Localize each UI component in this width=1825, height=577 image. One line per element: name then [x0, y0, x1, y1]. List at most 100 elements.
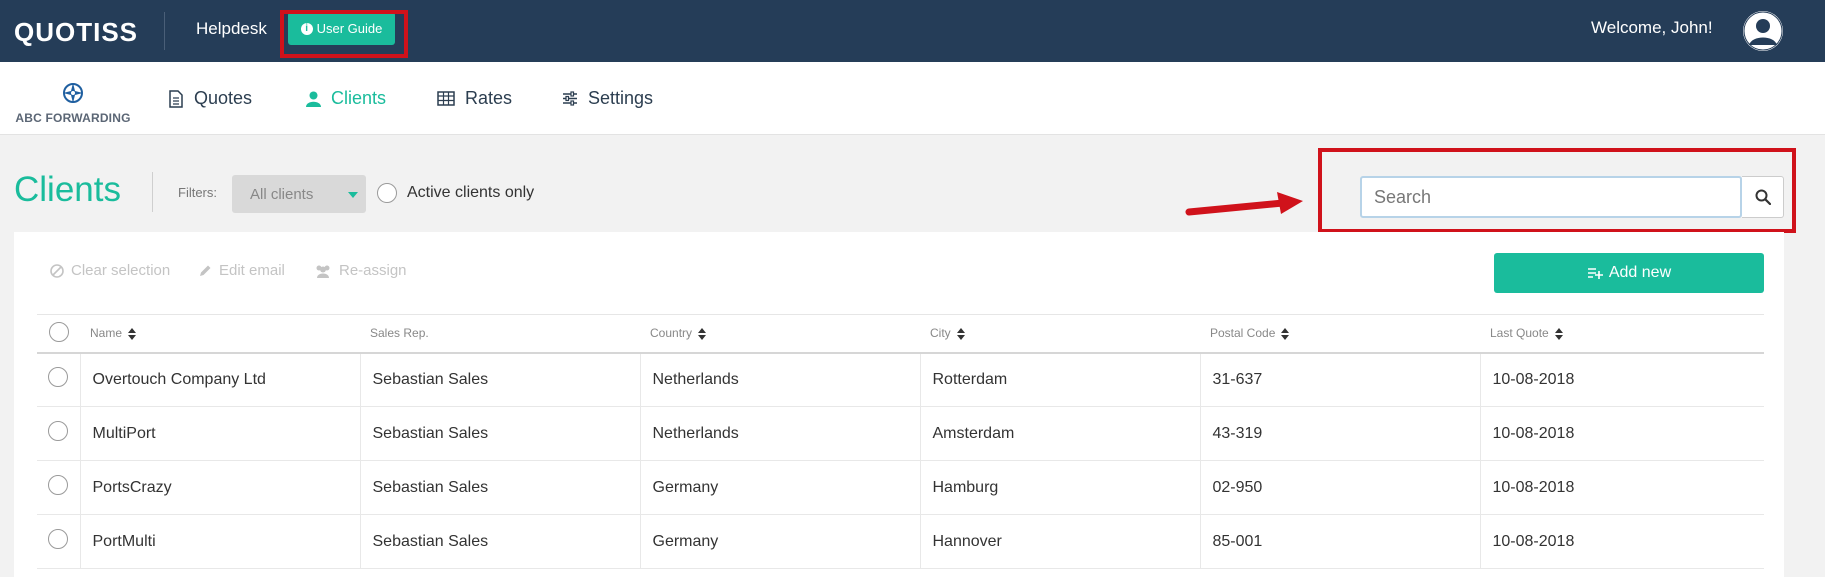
- column-header-last-quote[interactable]: Last Quote: [1480, 314, 1764, 354]
- row-select-cell: [37, 514, 81, 569]
- cell-name: Overtouch Company Ltd: [80, 352, 361, 407]
- clear-selection-label: Clear selection: [71, 262, 171, 279]
- annotation-arrow-icon: [1185, 192, 1303, 216]
- cell-city: Amsterdam: [920, 406, 1201, 461]
- table-header-row: Name Sales Rep. Country City Postal Code…: [37, 314, 1764, 354]
- sort-icon: [956, 328, 965, 341]
- topbar-divider: [164, 12, 165, 50]
- column-header-label: City: [930, 326, 951, 341]
- cell-name: PortsCrazy: [80, 460, 361, 515]
- cell-country: Germany: [640, 460, 921, 515]
- active-clients-label: Active clients only: [407, 184, 535, 201]
- nav-quotes-label: Quotes: [194, 88, 253, 108]
- app-logo[interactable]: QUOTISS: [14, 17, 138, 48]
- row-checkbox[interactable]: [48, 475, 69, 495]
- cell-last-quote: 10-08-2018: [1480, 460, 1764, 515]
- top-bar: QUOTISS Helpdesk i User Guide Welcome, J…: [0, 0, 1825, 62]
- search-button[interactable]: [1742, 176, 1784, 218]
- table-row[interactable]: Overtouch Company Ltd Sebastian Sales Ne…: [37, 352, 1764, 407]
- nav-clients[interactable]: Clients: [306, 62, 386, 135]
- cell-postal-code: 02-950: [1200, 460, 1481, 515]
- sort-icon: [128, 328, 137, 341]
- ban-icon: [50, 263, 64, 278]
- brand-name: ABC FORWARDING: [15, 111, 131, 125]
- welcome-text: Welcome, John!: [1591, 18, 1713, 37]
- cell-last-quote: 10-08-2018: [1480, 514, 1764, 569]
- sort-icon: [698, 328, 707, 341]
- table-row[interactable]: MultiPort Sebastian Sales Netherlands Am…: [37, 406, 1764, 461]
- cell-sales-rep: Sebastian Sales: [360, 514, 641, 569]
- sort-icon: [1554, 328, 1563, 341]
- cell-last-quote: 10-08-2018: [1480, 406, 1764, 461]
- search-icon: [1755, 189, 1771, 205]
- avatar[interactable]: [1743, 11, 1783, 51]
- cell-sales-rep: Sebastian Sales: [360, 406, 641, 461]
- row-select-cell: [37, 352, 81, 407]
- user-avatar-icon: [1743, 11, 1783, 51]
- cell-country: Netherlands: [640, 406, 921, 461]
- column-header-city[interactable]: City: [920, 314, 1200, 354]
- nav-settings-label: Settings: [588, 88, 654, 108]
- table-row[interactable]: PortsCrazy Sebastian Sales Germany Hambu…: [37, 460, 1764, 515]
- nav-quotes[interactable]: Quotes: [168, 62, 252, 135]
- column-header-label: Postal Code: [1210, 326, 1276, 341]
- cell-name: PortMulti: [80, 514, 361, 569]
- nav-rates-label: Rates: [465, 88, 513, 108]
- users-icon: [316, 265, 330, 278]
- clear-selection-button[interactable]: Clear selection: [50, 262, 170, 279]
- reassign-label: Re-assign: [339, 262, 407, 279]
- table-row[interactable]: PortMulti Sebastian Sales Germany Hannov…: [37, 514, 1764, 569]
- sort-icon: [1281, 328, 1290, 341]
- row-checkbox[interactable]: [48, 529, 69, 549]
- row-checkbox[interactable]: [48, 367, 69, 388]
- user-icon: [306, 91, 321, 107]
- active-clients-toggle[interactable]: Active clients only: [377, 183, 534, 203]
- compass-logo-icon: [63, 83, 83, 103]
- active-clients-radio[interactable]: [377, 183, 397, 203]
- filters-label: Filters:: [178, 185, 217, 200]
- client-filter-select[interactable]: All clients: [232, 175, 366, 213]
- select-all-cell: [37, 314, 80, 354]
- nav-clients-label: Clients: [331, 88, 387, 108]
- search-input[interactable]: [1360, 176, 1742, 218]
- cell-name: MultiPort: [80, 406, 361, 461]
- company-brand: ABC FORWARDING: [14, 82, 132, 125]
- clients-card: Clear selection Edit email Re-assign Add…: [14, 232, 1784, 577]
- sliders-icon: [563, 91, 577, 106]
- document-icon: [169, 89, 183, 108]
- cell-city: Hamburg: [920, 460, 1201, 515]
- title-divider: [152, 172, 153, 212]
- caret-down-icon: [348, 192, 358, 198]
- add-new-button[interactable]: Add new: [1494, 253, 1764, 293]
- table-icon: [437, 91, 455, 106]
- edit-email-button[interactable]: Edit email: [198, 262, 285, 279]
- cell-postal-code: 43-319: [1200, 406, 1481, 461]
- main-nav: ABC FORWARDING Quotes Clients Rates Sett…: [0, 62, 1825, 135]
- column-header-postal-code[interactable]: Postal Code: [1200, 314, 1480, 354]
- helpdesk-link[interactable]: Helpdesk: [196, 19, 267, 39]
- page-title: Clients: [14, 170, 121, 209]
- cell-postal-code: 31-637: [1200, 352, 1481, 407]
- row-select-cell: [37, 406, 81, 461]
- select-all-checkbox[interactable]: [48, 321, 69, 342]
- cell-sales-rep: Sebastian Sales: [360, 460, 641, 515]
- column-header-label: Sales Rep.: [370, 326, 429, 341]
- edit-email-label: Edit email: [219, 262, 285, 279]
- column-header-name[interactable]: Name: [80, 314, 360, 354]
- column-header-label: Country: [650, 326, 693, 341]
- cell-country: Germany: [640, 514, 921, 569]
- column-header-label: Last Quote: [1490, 326, 1549, 341]
- pencil-icon: [200, 265, 211, 276]
- playlist-add-icon: [1587, 268, 1603, 279]
- column-header-country[interactable]: Country: [640, 314, 920, 354]
- cell-country: Netherlands: [640, 352, 921, 407]
- clients-table: Name Sales Rep. Country City Postal Code…: [37, 314, 1764, 569]
- column-header-sales-rep: Sales Rep.: [360, 314, 640, 354]
- client-filter-value: All clients: [250, 186, 314, 203]
- nav-settings[interactable]: Settings: [562, 62, 653, 135]
- reassign-button[interactable]: Re-assign: [314, 262, 407, 279]
- clients-tab-highlight: [280, 10, 408, 58]
- cell-city: Rotterdam: [920, 352, 1201, 407]
- nav-rates[interactable]: Rates: [437, 62, 512, 135]
- row-checkbox[interactable]: [48, 421, 69, 441]
